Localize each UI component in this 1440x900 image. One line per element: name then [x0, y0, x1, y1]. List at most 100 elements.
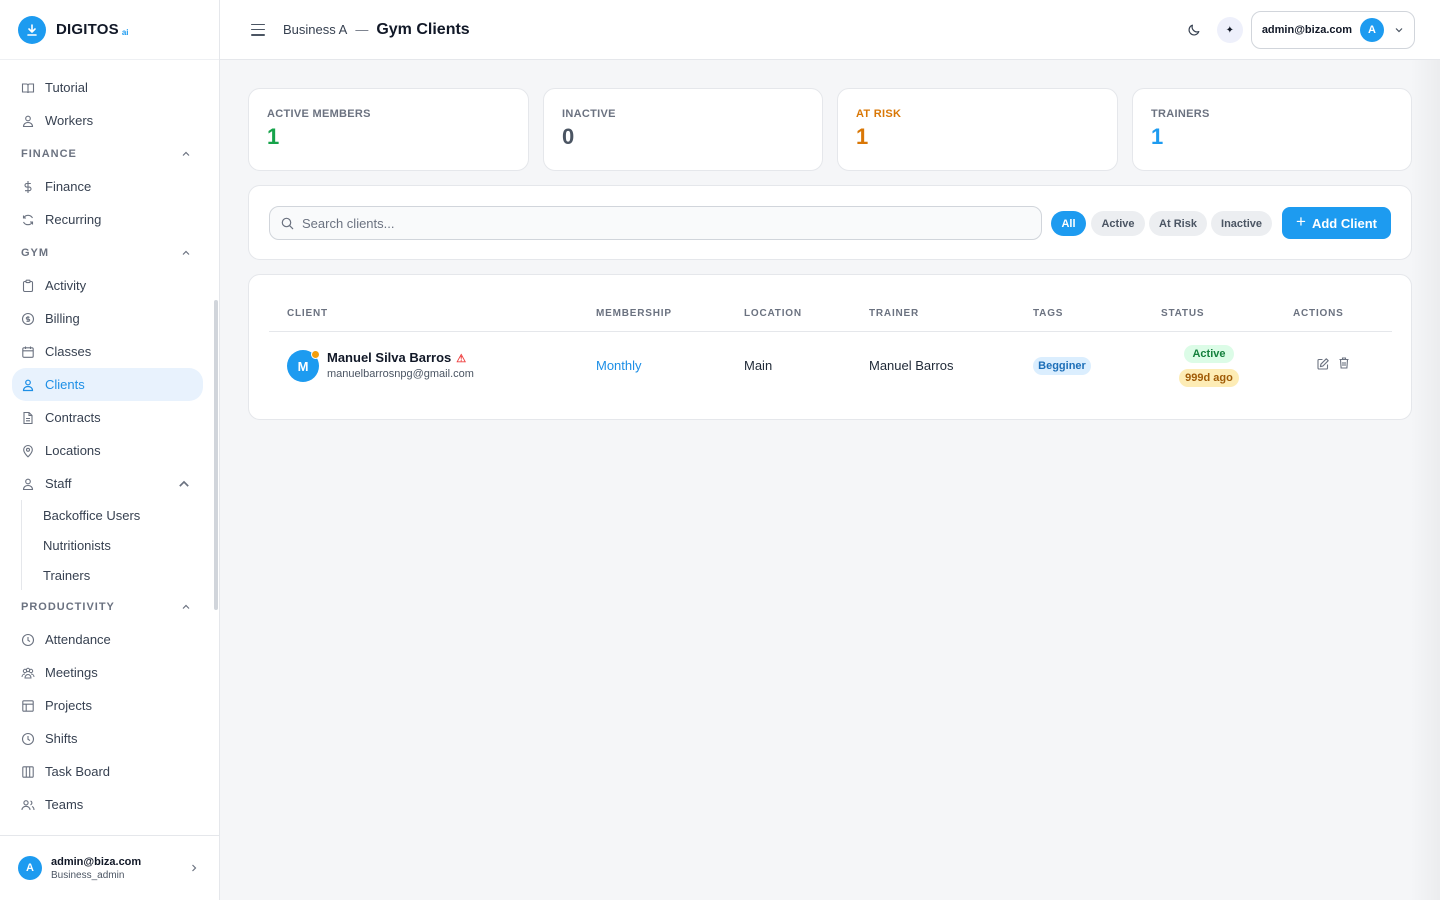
sidebar-item-label: Teams — [45, 797, 84, 812]
clipboard-icon — [22, 279, 34, 292]
sidebar-user-menu[interactable]: A admin@biza.com Business_admin — [0, 835, 219, 900]
logo-icon — [18, 15, 46, 44]
sidebar-item-label: Staff — [45, 476, 72, 491]
sidebar-item-workers[interactable]: Workers — [12, 104, 203, 137]
sidebar-item-attendance[interactable]: Attendance — [12, 623, 203, 656]
filter-chip-all[interactable]: All — [1051, 211, 1086, 236]
client-name-text: Manuel Silva Barros — [327, 350, 452, 365]
map-pin-icon — [23, 444, 33, 458]
chevron-up-icon — [182, 250, 190, 255]
edit-icon[interactable] — [1316, 357, 1330, 371]
sidebar-nav: Tutorial Workers FINANCE Finance Recurri… — [0, 60, 219, 835]
sidebar-item-label: Workers — [45, 113, 94, 128]
sidebar-item-label: Tutorial — [45, 80, 88, 95]
column-header-membership[interactable]: MEMBERSHIP — [596, 308, 672, 319]
section-title: FINANCE — [21, 147, 77, 160]
moon-icon[interactable] — [1185, 21, 1203, 39]
sidebar-item-task-board[interactable]: Task Board — [12, 755, 203, 788]
sidebar-item-classes[interactable]: Classes — [12, 335, 203, 368]
sidebar-item-teams[interactable]: Teams — [12, 788, 203, 821]
filter-bar: All Active At Risk Inactive + Add Client — [248, 185, 1412, 260]
sparkle-icon[interactable]: ✦ — [1216, 17, 1243, 43]
users-icon — [21, 799, 35, 810]
sidebar-item-finance[interactable]: Finance — [12, 170, 203, 203]
filter-chip-active[interactable]: Active — [1091, 211, 1145, 236]
sidebar-item-staff[interactable]: Staff — [12, 467, 203, 500]
column-header-trainer[interactable]: TRAINER — [869, 308, 919, 319]
filter-chip-at-risk[interactable]: At Risk — [1149, 211, 1207, 236]
sidebar-item-locations[interactable]: Locations — [12, 434, 203, 467]
section-gym[interactable]: GYM — [12, 236, 203, 269]
topbar: Business A — Gym Clients ✦ admin@biza.co… — [220, 0, 1440, 60]
status-badge: Active — [1184, 345, 1234, 363]
column-header-client[interactable]: CLIENT — [287, 308, 328, 319]
sidebar: DIGITOS ai Tutorial Workers FINANCE Fina… — [0, 0, 220, 900]
client-email: manuelbarrosnpg@gmail.com — [327, 368, 474, 380]
sidebar-item-shifts[interactable]: Shifts — [12, 722, 203, 755]
sidebar-item-projects[interactable]: Projects — [12, 689, 203, 722]
sidebar-item-recurring[interactable]: Recurring — [12, 203, 203, 236]
users-icon — [22, 379, 34, 391]
search-input[interactable] — [302, 215, 1002, 231]
sidebar-item-label: Finance — [45, 179, 92, 194]
trash-icon[interactable] — [1337, 356, 1351, 370]
sidebar-item-label: Recurring — [45, 212, 102, 227]
section-finance[interactable]: FINANCE — [12, 137, 203, 170]
avatar: A — [1360, 18, 1384, 42]
sidebar-item-label: Locations — [45, 443, 101, 458]
staff-submenu: Backoffice Users Nutritionists Trainers — [21, 500, 219, 590]
section-productivity[interactable]: PRODUCTIVITY — [12, 590, 203, 623]
sidebar-item-label: Meetings — [45, 665, 98, 680]
file-icon — [23, 411, 33, 424]
chevron-up-icon — [179, 480, 189, 487]
stat-label: ACTIVE MEMBERS — [267, 108, 371, 120]
sidebar-item-billing[interactable]: Billing — [12, 302, 203, 335]
add-client-label: Add Client — [1311, 215, 1377, 231]
sidebar-item-tutorial[interactable]: Tutorial — [12, 71, 203, 104]
sidebar-subitem-trainers[interactable]: Trainers — [22, 560, 219, 590]
divider — [269, 331, 1392, 332]
chevron-up-icon — [182, 151, 190, 156]
last-seen-badge: 999d ago — [1179, 369, 1239, 387]
book-icon — [21, 82, 35, 93]
brand[interactable]: DIGITOS ai — [0, 0, 219, 60]
membership-link[interactable]: Monthly — [596, 358, 642, 373]
add-client-button[interactable]: + Add Client — [1282, 207, 1391, 239]
sidebar-item-contracts[interactable]: Contracts — [12, 401, 203, 434]
avatar-initial: M — [297, 358, 309, 374]
coin-icon — [21, 312, 35, 325]
menu-icon[interactable] — [250, 22, 266, 38]
column-header-tags[interactable]: TAGS — [1033, 308, 1063, 319]
breadcrumb[interactable]: Business A — [283, 22, 347, 37]
breadcrumb-separator: — — [355, 22, 369, 37]
dollar-icon — [24, 180, 32, 193]
brand-suffix: ai — [121, 28, 129, 37]
layout-icon — [22, 699, 34, 712]
sidebar-subitem-backoffice-users[interactable]: Backoffice Users — [22, 500, 219, 530]
location-cell: Main — [744, 358, 773, 373]
stat-card-active-members: ACTIVE MEMBERS 1 — [248, 88, 529, 171]
search-box[interactable] — [269, 206, 1042, 240]
stat-label: INACTIVE — [562, 108, 616, 120]
sidebar-scrollbar[interactable] — [214, 300, 218, 610]
sidebar-item-clients[interactable]: Clients — [12, 368, 203, 401]
section-title: PRODUCTIVITY — [21, 600, 115, 613]
sidebar-item-label: Clients — [45, 377, 85, 392]
column-header-status[interactable]: STATUS — [1161, 308, 1204, 319]
sidebar-item-meetings[interactable]: Meetings — [12, 656, 203, 689]
user-menu-button[interactable]: admin@biza.com A — [1250, 11, 1415, 49]
user-email: admin@biza.com — [1261, 24, 1352, 36]
page-title: Gym Clients — [376, 20, 470, 38]
warning-icon: ⚠ — [456, 353, 467, 365]
users-icon — [22, 478, 34, 490]
client-name[interactable]: Manuel Silva Barros ⚠ — [327, 350, 466, 365]
sidebar-item-label: Contracts — [45, 410, 101, 425]
filter-chip-inactive[interactable]: Inactive — [1211, 211, 1272, 236]
column-header-location[interactable]: LOCATION — [744, 308, 802, 319]
stat-card-at-risk: AT RISK 1 — [837, 88, 1118, 171]
sidebar-subitem-nutritionists[interactable]: Nutritionists — [22, 530, 219, 560]
stat-label: AT RISK — [856, 108, 902, 120]
user-role: Business_admin — [51, 869, 125, 881]
sidebar-item-activity[interactable]: Activity — [12, 269, 203, 302]
user-email: admin@biza.com — [51, 855, 142, 868]
